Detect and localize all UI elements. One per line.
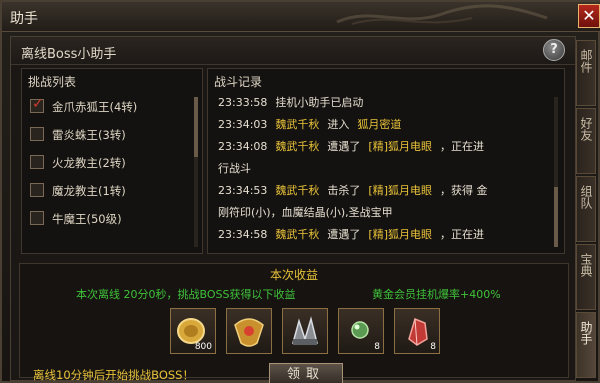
boss-checkbox[interactable]: ✓ (30, 96, 44, 113)
log-line: 23:34:53 魏武千秋 击杀了 [精]狐月电眼 ，获得 金 (218, 183, 488, 198)
log-actor: 魏武千秋 (275, 140, 320, 153)
battle-log-scroll-thumb[interactable] (554, 187, 558, 247)
log-tail: ，获得 金 (440, 184, 488, 197)
boss-label: 雷炎蛛王(3转) (52, 128, 126, 142)
log-tail: ，正在进 (440, 140, 484, 153)
log-tail: ，正在进 (440, 228, 484, 241)
log-actor: 魏武千秋 (275, 184, 320, 197)
challenge-list-scrollbar[interactable] (194, 97, 198, 247)
log-line: 23:33:58 挂机小助手已启动 (218, 95, 371, 110)
log-line: 行战斗 (218, 161, 259, 176)
assistant-window: 助手 ✕ 离线Boss小助手 ? 挑战列表 ✓ 金爪赤狐王(4转) 雷炎蛛王(3转)… (0, 0, 600, 383)
log-action: 遭遇了 (327, 140, 361, 153)
offline-summary: 本次离线 20分0秒，挑战BOSS获得以下收益 (76, 288, 296, 301)
log-target: [精]狐月电眼 (368, 184, 432, 197)
side-tab-label: 助手 (579, 321, 593, 345)
log-action: 进入 (327, 118, 350, 131)
challenge-list: 挑战列表 ✓ 金爪赤狐王(4转) 雷炎蛛王(3转) 火龙教主(2转) 魔龙教主(1转) 牛… (21, 68, 203, 254)
boss-label: 火龙教主(2转) (52, 156, 126, 170)
log-time: 23:34:03 (218, 118, 268, 131)
log-line: 23:34:58 魏武千秋 遭遇了 [精]狐月电眼 ，正在进 (218, 227, 484, 242)
offline-boss-panel: 离线Boss小助手 ? 挑战列表 ✓ 金爪赤狐王(4转) 雷炎蛛王(3转) 火龙教主(… (10, 36, 576, 383)
side-tab[interactable]: 助手 (576, 312, 596, 378)
log-target: [精]狐月电眼 (368, 140, 432, 153)
log-line: 23:34:03 魏武千秋 进入 狐月密道 (218, 117, 409, 132)
rewards-section: 本次收益 本次离线 20分0秒，挑战BOSS获得以下收益 黄金会员挂机爆率+40… (19, 263, 569, 378)
reward-count: 800 (194, 342, 212, 352)
battle-log: 战斗记录 23:33:58 挂机小助手已启动 23:34:03 魏武千秋 进入 狐月密道 2… (207, 68, 565, 254)
window-title: 助手 (10, 11, 38, 27)
gold-amulet-icon (234, 318, 264, 347)
log-time: 23:34:53 (218, 184, 268, 197)
reward-slot-claw-token[interactable] (282, 308, 328, 354)
reward-slot-orb[interactable]: 8 (338, 308, 384, 354)
panel-title: 离线Boss小助手 (21, 47, 117, 62)
battle-log-title: 战斗记录 (214, 75, 263, 89)
reward-slot-crystal[interactable]: 8 (394, 308, 440, 354)
boss-label: 牛魔王(50级) (52, 212, 122, 226)
boss-checkbox[interactable] (30, 211, 44, 225)
side-tab[interactable]: 好友 (576, 108, 596, 174)
reward-slot-gold-coin[interactable]: 800 (170, 308, 216, 354)
log-target: [精]狐月电眼 (368, 228, 432, 241)
log-line: 刚符印(小)，血魔结晶(小),圣战宝甲 (218, 205, 401, 220)
log-action: 遭遇了 (327, 228, 361, 241)
log-time: 23:34:08 (218, 140, 268, 153)
boss-checkbox[interactable] (30, 155, 44, 169)
reward-slot-amulet[interactable] (226, 308, 272, 354)
claim-button[interactable]: 领取 (269, 363, 343, 383)
boss-label: 金爪赤狐王(4转) (52, 100, 138, 114)
boss-label: 魔龙教主(1转) (52, 184, 126, 198)
boss-checkbox[interactable] (30, 127, 44, 141)
challenge-list-scroll-thumb[interactable] (194, 97, 198, 157)
close-button[interactable]: ✕ (578, 4, 600, 28)
log-time: 23:34:58 (218, 228, 268, 241)
log-actor: 行战斗 (218, 162, 251, 175)
rewards-title: 本次收益 (269, 268, 318, 282)
side-tab[interactable]: 组队 (576, 176, 596, 242)
log-action: 击杀了 (327, 184, 361, 197)
log-actor: 魏武千秋 (275, 228, 320, 241)
dragon-ornament-icon (336, 4, 548, 25)
side-tab-label: 邮件 (579, 49, 593, 73)
help-button[interactable]: ? (543, 39, 565, 61)
side-tab-label: 宝典 (579, 253, 593, 277)
log-target: 狐月密道 (357, 118, 402, 131)
panel-header: 离线Boss小助手 ? (11, 37, 575, 65)
title-bar[interactable]: 助手 ✕ (2, 2, 600, 32)
battle-log-scrollbar[interactable] (554, 97, 558, 247)
side-tab[interactable]: 邮件 (576, 40, 596, 106)
checkmark-icon: ✓ (32, 96, 44, 112)
challenge-list-title: 挑战列表 (28, 75, 77, 89)
side-tab-label: 组队 (579, 185, 593, 209)
boss-checkbox[interactable] (30, 183, 44, 197)
reward-count: 8 (374, 342, 380, 352)
claw-token-icon (292, 316, 318, 345)
log-actor: 挂机小助手已启动 (275, 96, 364, 109)
reward-count: 8 (430, 342, 436, 352)
log-actor: 刚符印(小)，血魔结晶(小),圣战宝甲 (218, 206, 393, 219)
side-tab-label: 好友 (579, 117, 593, 141)
log-time: 23:33:58 (218, 96, 268, 109)
side-tab[interactable]: 宝典 (576, 244, 596, 310)
start-condition-note: 离线10分钟后开始挑战BOSS！ (33, 368, 194, 382)
log-line: 23:34:08 魏武千秋 遭遇了 [精]狐月电眼 ，正在进 (218, 139, 484, 154)
log-actor: 魏武千秋 (275, 118, 320, 131)
vip-bonus: 黄金会员挂机爆率+400% (372, 288, 501, 301)
